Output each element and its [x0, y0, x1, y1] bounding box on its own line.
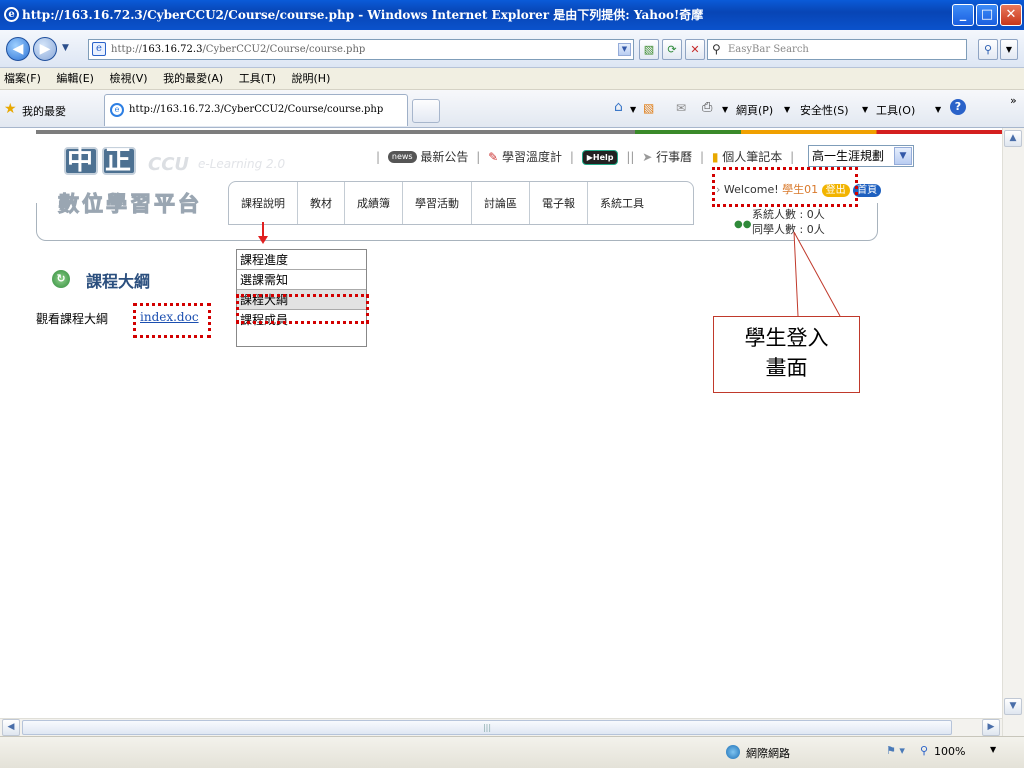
zoom-dropdown-icon[interactable]: ▼	[990, 745, 996, 754]
home-dropdown-icon[interactable]: ▼	[630, 105, 636, 114]
logo-char-1: 中	[64, 147, 98, 175]
back-button[interactable]: ◀	[6, 37, 30, 61]
menu-view[interactable]: 檢視(V)	[109, 72, 147, 85]
menu-favorites[interactable]: 我的最愛(A)	[163, 72, 223, 85]
vertical-scrollbar[interactable]: ▲ ▼	[1002, 128, 1024, 736]
tab-ie-icon: e	[110, 103, 124, 117]
highlight-doc-link	[133, 303, 211, 338]
section-icon: ↻	[52, 270, 70, 288]
tab-system-tools[interactable]: 系統工具	[588, 182, 656, 224]
browser-tab[interactable]: e http://163.16.72.3/CyberCCU2/Course/co…	[104, 94, 408, 126]
tab-forum[interactable]: 討論區	[472, 182, 530, 224]
history-dropdown-icon[interactable]: ▼	[62, 43, 69, 53]
highlight-syllabus-item	[236, 294, 369, 324]
zoom-icon[interactable]: ⚲	[920, 744, 928, 757]
scroll-left-icon[interactable]: ◀	[2, 719, 20, 736]
tab-grades[interactable]: 成績簿	[345, 182, 403, 224]
help-icon[interactable]: ?	[950, 99, 966, 115]
horizontal-scroll-thumb[interactable]: |||	[22, 720, 952, 735]
course-select[interactable]: 高一生涯規劃 ▼	[808, 145, 914, 167]
page-menu[interactable]: 網頁(P)	[736, 102, 773, 118]
callout-line-1: 學生登入	[744, 326, 829, 350]
globe-icon	[726, 745, 740, 759]
calendar-link[interactable]: 行事曆	[656, 150, 692, 164]
address-dropdown-icon[interactable]: ▼	[618, 43, 631, 56]
horizontal-scrollbar[interactable]: ◀ ||| ▶	[0, 718, 1002, 736]
section-title: 課程大綱	[86, 272, 151, 291]
mail-icon[interactable]: ✉	[676, 101, 686, 115]
new-tab-button[interactable]	[412, 99, 440, 123]
tools-dropdown-icon: ▼	[935, 105, 942, 114]
main-nav-tabs: 課程說明 教材 成績簿 學習活動 討論區 電子報 系統工具	[228, 181, 694, 225]
ie-logo-icon: e	[4, 7, 19, 22]
dropdown-item-progress[interactable]: 課程進度	[237, 250, 366, 270]
tab-activities[interactable]: 學習活動	[403, 182, 472, 224]
logo-elearning: e-Learning 2.0	[198, 157, 286, 171]
compat-view-icon[interactable]: ▧	[639, 39, 659, 60]
menu-bar: 檔案(F) 編輯(E) 檢視(V) 我的最愛(A) 工具(T) 說明(H)	[0, 68, 1024, 90]
menu-help[interactable]: 說明(H)	[292, 72, 331, 85]
tab-materials[interactable]: 教材	[298, 182, 345, 224]
address-toolbar: ◀ ▶ ▼ e http://163.16.72.3/CyberCCU2/Cou…	[0, 30, 1024, 68]
favorites-star-icon[interactable]: ★	[4, 101, 17, 117]
news-badge: news	[387, 151, 417, 163]
favorites-button[interactable]: 我的最愛	[22, 103, 66, 119]
menu-edit[interactable]: 編輯(E)	[56, 72, 94, 85]
scroll-right-icon[interactable]: ▶	[982, 719, 1000, 736]
callout-line-2: 畫面	[765, 356, 808, 380]
site-logo-top[interactable]: 中正	[64, 146, 140, 176]
search-input[interactable]: EasyBar Search	[707, 39, 967, 60]
address-input[interactable]: e http://163.16.72.3/CyberCCU2/Course/co…	[88, 39, 634, 60]
close-button[interactable]: ✕	[1000, 4, 1022, 26]
favorites-bar: ★ 我的最愛 e http://163.16.72.3/CyberCCU2/Co…	[0, 90, 1024, 128]
callout-pointer	[793, 231, 841, 317]
zoom-level[interactable]: 100%	[934, 745, 965, 758]
forward-button[interactable]: ▶	[33, 37, 57, 61]
window-title-bar: e http://163.16.72.3/CyberCCU2/Course/co…	[0, 0, 1024, 30]
annotation-down-arrow	[258, 222, 268, 244]
annotation-callout: 學生登入 畫面	[713, 316, 860, 393]
logo-char-2: 正	[102, 147, 136, 175]
feeds-icon[interactable]: ▧	[643, 101, 654, 115]
page-icon: e	[92, 42, 106, 56]
overflow-chevron-icon[interactable]: »	[1010, 94, 1017, 107]
search-button[interactable]: ⚲	[978, 39, 998, 60]
home-icon[interactable]: ⌂	[614, 99, 623, 115]
security-zone: 網際網路	[746, 747, 790, 760]
maximize-button[interactable]: □	[976, 4, 998, 26]
dropdown-item-notice[interactable]: 選課需知	[237, 270, 366, 290]
window-title: http://163.16.72.3/CyberCCU2/Course/cour…	[22, 8, 704, 22]
scroll-down-icon[interactable]: ▼	[1004, 698, 1022, 715]
search-options-icon[interactable]: ▼	[1000, 39, 1018, 60]
scroll-up-icon[interactable]: ▲	[1004, 130, 1022, 147]
notebook-link[interactable]: 個人筆記本	[722, 150, 782, 164]
calendar-icon: ➤	[642, 150, 653, 164]
status-bar: 網際網路 ⚑ ▾ ⚲ 100% ▼	[0, 736, 1024, 768]
header-color-strip	[36, 130, 1002, 134]
notebook-icon: ▮	[711, 150, 719, 164]
thermometer-link[interactable]: 學習溫度計	[502, 150, 562, 164]
safety-dropdown-icon: ▼	[862, 105, 869, 114]
logo-ccu: CCU	[148, 154, 190, 175]
safety-menu[interactable]: 安全性(S)	[800, 102, 849, 118]
thermometer-icon: ✎	[488, 150, 499, 164]
print-dropdown-icon[interactable]: ▼	[722, 105, 728, 114]
stop-icon[interactable]: ✕	[685, 39, 705, 60]
menu-file[interactable]: 檔案(F)	[4, 72, 41, 85]
minimize-button[interactable]: _	[952, 4, 974, 26]
tools-menu[interactable]: 工具(O)	[876, 102, 915, 118]
tab-course-info[interactable]: 課程說明	[229, 182, 298, 224]
view-syllabus-label: 觀看課程大綱	[36, 312, 109, 326]
chevron-down-icon: ▼	[894, 147, 912, 165]
help-button[interactable]: ▶Help	[581, 150, 619, 165]
print-icon[interactable]: ⎙	[702, 100, 712, 115]
page-dropdown-icon: ▼	[784, 105, 791, 114]
tab-newsletter[interactable]: 電子報	[530, 182, 588, 224]
top-links: | news 最新公告 | ✎ 學習溫度計 | ▶Help || ➤ 行事曆 |…	[376, 150, 795, 165]
news-link[interactable]: 最新公告	[420, 150, 468, 164]
refresh-icon[interactable]: ⟳	[662, 39, 682, 60]
protected-mode-icon[interactable]: ⚑ ▾	[886, 744, 905, 757]
menu-tools[interactable]: 工具(T)	[239, 72, 276, 85]
